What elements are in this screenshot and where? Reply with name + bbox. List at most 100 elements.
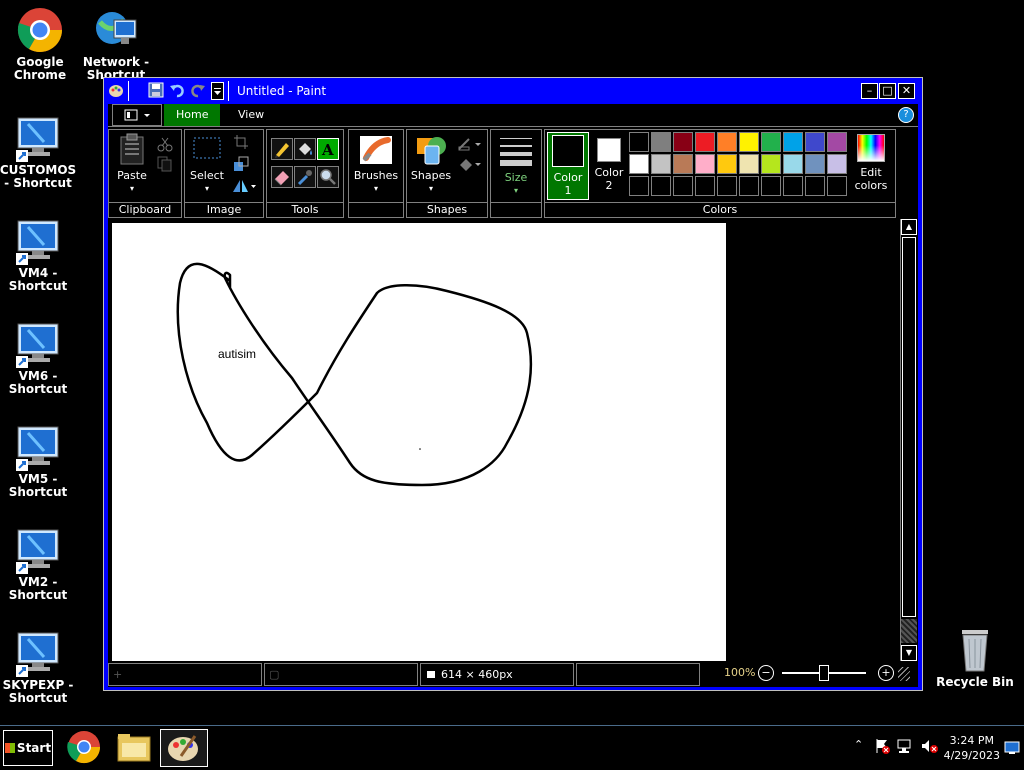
close-button[interactable]: ✕	[898, 83, 915, 99]
palette-swatch[interactable]	[673, 154, 693, 174]
edit-colors-button[interactable]: Edit colors	[849, 132, 893, 192]
tools-group-label: Tools	[267, 202, 343, 217]
desktop-icon-recycle-bin[interactable]: Recycle Bin	[935, 626, 1015, 689]
fill-tool[interactable]	[294, 138, 316, 160]
palette-swatch[interactable]	[695, 132, 715, 152]
scroll-thumb[interactable]	[902, 237, 916, 617]
palette-swatch[interactable]	[717, 154, 737, 174]
desktop-icon-chrome[interactable]: Google Chrome	[0, 6, 80, 82]
help-icon[interactable]: ?	[898, 107, 914, 123]
computer-icon	[14, 423, 62, 471]
undo-icon[interactable]	[169, 82, 185, 98]
custom-swatch-empty[interactable]	[739, 176, 759, 196]
eraser-tool[interactable]	[271, 166, 293, 188]
resize-icon[interactable]	[233, 156, 249, 176]
custom-swatch-empty[interactable]	[783, 176, 803, 196]
desktop-icon-vm4[interactable]: VM4 - Shortcut	[0, 217, 78, 293]
palette-swatch[interactable]	[783, 132, 803, 152]
desktop-icon-customos[interactable]: CUSTOMOS - Shortcut	[0, 114, 78, 190]
customize-quick-access-button[interactable]	[211, 82, 224, 100]
minimize-button[interactable]: –	[861, 83, 878, 99]
palette-swatch[interactable]	[761, 154, 781, 174]
desktop-icon-network[interactable]: Network - Shortcut	[76, 6, 156, 82]
palette-swatch[interactable]	[805, 132, 825, 152]
show-hidden-icons-button[interactable]: ⌃	[854, 738, 863, 751]
status-bar: + ▢ 614 × 460px 100% − +	[108, 661, 918, 687]
palette-swatch[interactable]	[827, 132, 847, 152]
zoom-slider-thumb[interactable]	[819, 665, 829, 681]
palette-swatch[interactable]	[739, 132, 759, 152]
desktop-icon-skypexp[interactable]: SKYPEXP - Shortcut	[0, 629, 78, 705]
network-tray-icon[interactable]	[896, 738, 912, 758]
zoom-in-button[interactable]: +	[878, 665, 894, 681]
volume-muted-icon[interactable]	[920, 738, 938, 758]
palette-swatch[interactable]	[783, 154, 803, 174]
brushes-button[interactable]: Brushes ▾	[351, 134, 401, 195]
crop-icon[interactable]	[233, 134, 249, 154]
custom-swatch-empty[interactable]	[805, 176, 825, 196]
zoom-out-button[interactable]: −	[758, 665, 774, 681]
paste-button[interactable]: Paste ▾	[113, 132, 151, 195]
tab-view[interactable]: View	[226, 104, 276, 126]
color-picker-tool[interactable]	[294, 166, 316, 188]
vertical-scrollbar[interactable]: ▲ ▼	[900, 219, 918, 661]
text-icon: A	[321, 141, 334, 159]
palette-swatch[interactable]	[827, 154, 847, 174]
custom-swatch-empty[interactable]	[673, 176, 693, 196]
cut-icon[interactable]	[157, 136, 173, 156]
rotate-icon[interactable]	[231, 178, 257, 198]
custom-swatch-empty[interactable]	[827, 176, 847, 196]
image-group: Select ▾ Image	[184, 129, 264, 218]
show-desktop-icon[interactable]	[1004, 740, 1020, 759]
desktop-icon-vm2[interactable]: VM2 - Shortcut	[0, 526, 78, 602]
size-label: Size	[504, 171, 528, 184]
custom-swatch-empty[interactable]	[695, 176, 715, 196]
taskbar-file-explorer[interactable]	[114, 729, 154, 765]
resize-grip-icon[interactable]	[898, 667, 910, 681]
palette-swatch[interactable]	[805, 154, 825, 174]
taskbar-paint[interactable]	[160, 729, 208, 767]
taskbar-chrome[interactable]	[64, 729, 104, 765]
custom-swatch-empty[interactable]	[629, 176, 649, 196]
palette-swatch[interactable]	[761, 132, 781, 152]
desktop-icon-vm6[interactable]: VM6 - Shortcut	[0, 320, 78, 396]
palette-swatch[interactable]	[695, 154, 715, 174]
palette-swatch[interactable]	[651, 154, 671, 174]
shapes-button[interactable]: Shapes ▾	[409, 134, 453, 195]
palette-swatch[interactable]	[739, 154, 759, 174]
file-menu-button[interactable]	[112, 104, 162, 126]
action-center-flag-icon[interactable]	[874, 738, 890, 758]
outline-icon[interactable]	[457, 136, 483, 156]
save-icon[interactable]	[148, 82, 164, 98]
palette-swatch[interactable]	[717, 132, 737, 152]
drawing-canvas[interactable]: autisim	[112, 223, 726, 661]
size-button[interactable]: Size ▾	[493, 134, 539, 197]
pencil-tool[interactable]	[271, 138, 293, 160]
palette-swatch[interactable]	[629, 132, 649, 152]
desktop-icon-vm5[interactable]: VM5 - Shortcut	[0, 423, 78, 499]
brushes-group: Brushes ▾	[348, 129, 404, 218]
custom-swatch-empty[interactable]	[717, 176, 737, 196]
scroll-track[interactable]	[901, 619, 917, 643]
custom-swatch-empty[interactable]	[651, 176, 671, 196]
palette-swatch[interactable]	[629, 154, 649, 174]
clock[interactable]: 3:24 PM 4/29/2023	[944, 733, 1000, 763]
paint-app-icon[interactable]	[108, 82, 124, 98]
image-group-label: Image	[185, 202, 263, 217]
color2-button[interactable]: Color 2	[591, 132, 627, 198]
tab-home[interactable]: Home	[164, 104, 221, 126]
palette-swatch[interactable]	[673, 132, 693, 152]
text-tool[interactable]: A	[317, 138, 339, 160]
copy-icon[interactable]	[157, 156, 173, 176]
start-button[interactable]: Start	[3, 730, 53, 766]
maximize-button[interactable]: □	[879, 83, 896, 99]
redo-icon[interactable]	[190, 82, 206, 98]
custom-swatch-empty[interactable]	[761, 176, 781, 196]
fill-style-icon[interactable]	[457, 156, 483, 176]
scroll-down-button[interactable]: ▼	[901, 645, 917, 661]
select-button[interactable]: Select ▾	[189, 132, 225, 195]
color1-button[interactable]: Color 1	[547, 132, 589, 200]
magnifier-tool[interactable]	[317, 166, 339, 188]
palette-swatch[interactable]	[651, 132, 671, 152]
scroll-up-button[interactable]: ▲	[901, 219, 917, 235]
